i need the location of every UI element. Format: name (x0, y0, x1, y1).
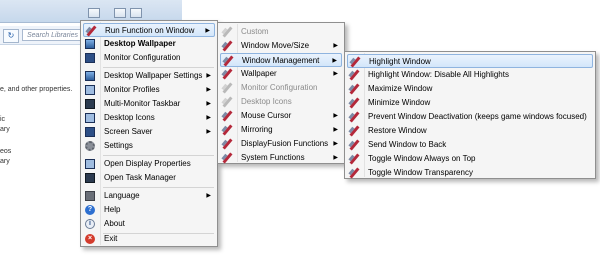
submenu-item-wallpaper[interactable]: Wallpaper ▶ (220, 67, 342, 81)
pen-icon (222, 97, 232, 107)
submenu-item-disable-all-highlights[interactable]: Highlight Window: Disable All Highlights (347, 68, 593, 82)
submenu-arrow-icon: ▶ (206, 193, 211, 199)
submenu-arrow-icon: ▶ (205, 28, 210, 34)
pen-icon (222, 69, 232, 79)
pen-icon (222, 27, 232, 37)
menu-item-monitor-configuration[interactable]: Monitor Configuration (83, 51, 215, 65)
pen-icon (349, 84, 359, 94)
submenu-arrow-icon: ▶ (206, 101, 211, 107)
menu-separator (103, 67, 214, 68)
help-icon: ? (85, 205, 95, 215)
menu-item-about[interactable]: i About (83, 217, 215, 231)
maximize-button[interactable] (130, 8, 142, 18)
info-icon: i (85, 219, 95, 229)
submenu-item-custom: Custom (220, 25, 342, 39)
submenu-arrow-icon: ▶ (333, 113, 338, 119)
submenu-item-window-management[interactable]: Window Management ▶ (220, 53, 342, 67)
submenu-arrow-icon: ▶ (333, 127, 338, 133)
pen-icon (349, 126, 359, 136)
submenu-arrow-icon: ▶ (333, 71, 338, 77)
pen-icon (350, 57, 360, 67)
menu-separator (103, 187, 214, 188)
submenu-item-displayfusion-functions[interactable]: DisplayFusion Functions ▶ (220, 137, 342, 151)
library-item-sub: ary (0, 158, 10, 165)
run-function-submenu: Custom Window Move/Size ▶ Window Managem… (217, 22, 345, 164)
submenu-arrow-icon: ▶ (333, 43, 338, 49)
pen-icon (222, 41, 232, 51)
submenu-arrow-icon: ▶ (332, 58, 337, 64)
submenu-item-maximize-window[interactable]: Maximize Window (347, 82, 593, 96)
menu-item-settings[interactable]: Settings (83, 139, 215, 153)
submenu-item-system-functions[interactable]: System Functions ▶ (220, 151, 342, 165)
menu-item-screen-saver[interactable]: Screen Saver ▶ (83, 125, 215, 139)
library-item-label: eos (0, 148, 12, 155)
pen-icon (223, 56, 233, 66)
submenu-item-minimize-window[interactable]: Minimize Window (347, 96, 593, 110)
pen-icon (222, 153, 232, 163)
desktop-icons-icon (85, 113, 95, 123)
pen-icon (349, 98, 359, 108)
pen-icon (86, 26, 96, 36)
library-item-label: ic (0, 116, 6, 123)
pane-text: e, and other properties. (0, 86, 73, 93)
minimize-button[interactable] (114, 8, 126, 18)
task-manager-icon (85, 173, 95, 183)
pen-icon (349, 154, 359, 164)
submenu-arrow-icon: ▶ (206, 115, 211, 121)
gear-icon (85, 141, 95, 151)
pen-icon (222, 83, 232, 93)
menu-item-desktop-wallpaper[interactable]: Desktop Wallpaper (83, 37, 215, 51)
submenu-item-toggle-always-on-top[interactable]: Toggle Window Always on Top (347, 152, 593, 166)
pen-icon (349, 70, 359, 80)
menu-item-help[interactable]: ? Help (83, 203, 215, 217)
menu-item-open-display-properties[interactable]: Open Display Properties (83, 157, 215, 171)
pen-icon (222, 125, 232, 135)
taskbar-icon (85, 99, 95, 109)
menu-item-desktop-icons[interactable]: Desktop Icons ▶ (83, 111, 215, 125)
wallpaper-icon (85, 39, 95, 49)
refresh-button[interactable]: ↻ (3, 29, 19, 43)
screen-saver-icon (85, 127, 95, 137)
display-icon (85, 159, 95, 169)
submenu-item-restore-window[interactable]: Restore Window (347, 124, 593, 138)
submenu-item-desktop-icons: Desktop Icons (220, 95, 342, 109)
window-management-submenu: Highlight Window Highlight Window: Disab… (344, 51, 596, 179)
pen-icon (349, 112, 359, 122)
pen-icon (349, 168, 359, 178)
submenu-item-highlight-window[interactable]: Highlight Window (347, 54, 593, 68)
submenu-item-monitor-configuration: Monitor Configuration (220, 81, 342, 95)
menu-item-desktop-wallpaper-settings[interactable]: Desktop Wallpaper Settings ▶ (83, 69, 215, 83)
menu-item-language[interactable]: Language ▶ (83, 189, 215, 203)
library-item-sub: ary (0, 126, 10, 133)
pen-icon (222, 111, 232, 121)
window-menu-button[interactable] (88, 8, 100, 18)
menu-item-open-task-manager[interactable]: Open Task Manager (83, 171, 215, 185)
menu-separator (103, 155, 214, 156)
exit-icon: × (85, 234, 95, 244)
monitor-profiles-icon (85, 85, 95, 95)
submenu-arrow-icon: ▶ (206, 129, 211, 135)
menu-item-run-function-on-window[interactable]: Run Function on Window ▶ (83, 23, 215, 37)
menu-item-exit[interactable]: × Exit (83, 232, 215, 246)
submenu-item-window-move-size[interactable]: Window Move/Size ▶ (220, 39, 342, 53)
language-icon (85, 191, 95, 201)
submenu-item-mouse-cursor[interactable]: Mouse Cursor ▶ (220, 109, 342, 123)
pen-icon (349, 140, 359, 150)
submenu-arrow-icon: ▶ (333, 155, 338, 161)
submenu-item-send-window-to-back[interactable]: Send Window to Back (347, 138, 593, 152)
submenu-arrow-icon: ▶ (206, 73, 211, 79)
submenu-item-toggle-transparency[interactable]: Toggle Window Transparency (347, 166, 593, 180)
submenu-arrow-icon: ▶ (206, 87, 211, 93)
wallpaper-settings-icon (85, 71, 95, 81)
submenu-item-mirroring[interactable]: Mirroring ▶ (220, 123, 342, 137)
menu-item-multi-monitor-taskbar[interactable]: Multi-Monitor Taskbar ▶ (83, 97, 215, 111)
submenu-item-prevent-window-deactivation[interactable]: Prevent Window Deactivation (keeps game … (347, 110, 593, 124)
menu-item-monitor-profiles[interactable]: Monitor Profiles ▶ (83, 83, 215, 97)
pen-icon (222, 139, 232, 149)
submenu-arrow-icon: ▶ (333, 141, 338, 147)
monitor-icon (85, 53, 95, 63)
tray-context-menu: Run Function on Window ▶ Desktop Wallpap… (80, 20, 218, 247)
